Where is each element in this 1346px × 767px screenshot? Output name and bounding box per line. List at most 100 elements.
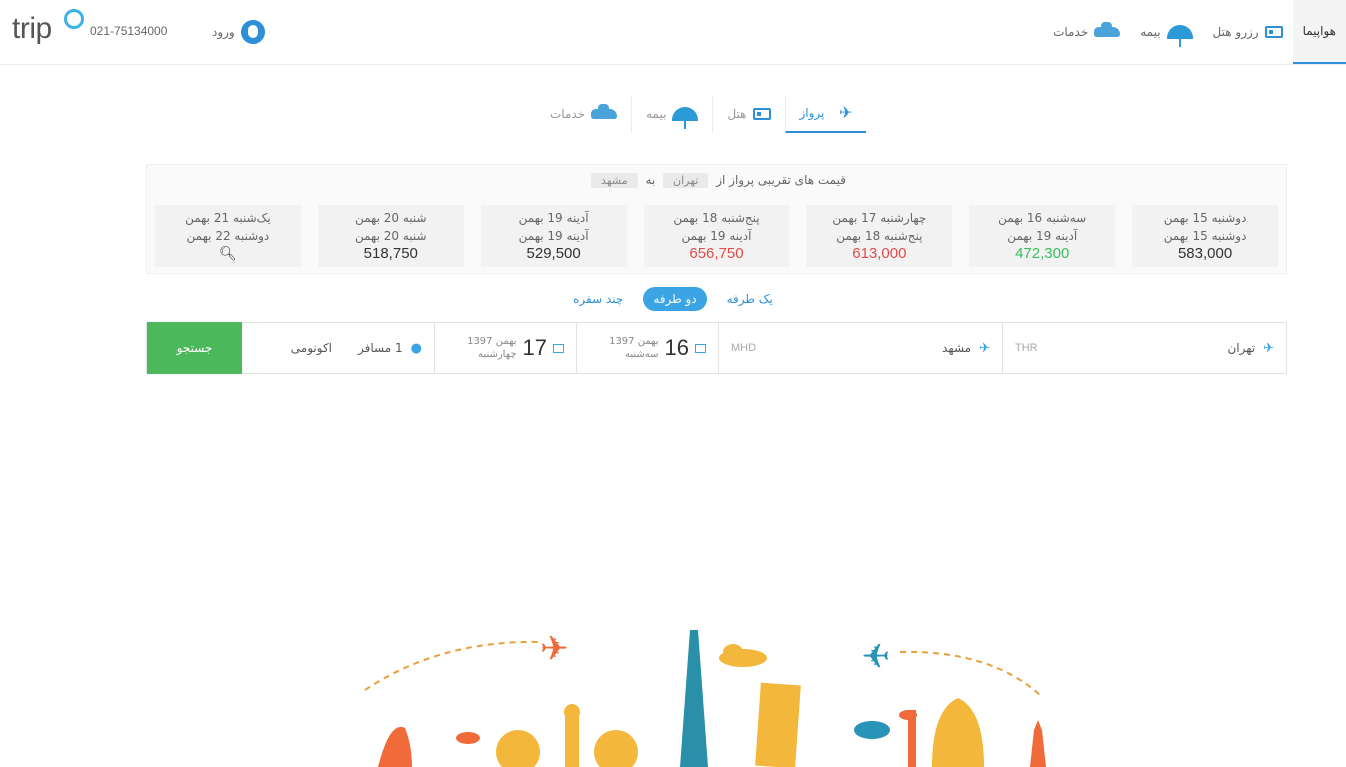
price-cells: دوشنبه 15 بهمن دوشنبه 15 بهمن 583,000 سه… xyxy=(154,205,1278,267)
price-cell[interactable]: سه‌شنبه 16 بهمن آدینه 19 بهمن 472,300 xyxy=(969,205,1116,267)
top-header: trip 021-75134000 ورود هواپیما رزرو هتل … xyxy=(0,0,1346,65)
price-title-text: قیمت های تقریبی پرواز از xyxy=(716,173,846,187)
search-icon[interactable]: 🔍︎ xyxy=(155,245,301,263)
destination-chip[interactable]: مشهد xyxy=(591,173,638,188)
landmark-gherkin xyxy=(378,726,412,767)
trip-type-multi-city[interactable]: چند سفره xyxy=(563,287,633,311)
return-date: آدینه 19 بهمن xyxy=(518,229,589,243)
cloud-small xyxy=(456,732,480,744)
price-cell[interactable]: دوشنبه 15 بهمن دوشنبه 15 بهمن 583,000 xyxy=(1132,205,1278,267)
nav-item-hotel[interactable]: رزرو هتل xyxy=(1203,0,1293,64)
trip-type-one-way[interactable]: یک طرفه xyxy=(717,287,783,311)
user-avatar-icon xyxy=(240,20,265,44)
nav-item-label: هواپیما xyxy=(1302,24,1336,38)
car-icon xyxy=(1094,22,1121,37)
return-date-field[interactable]: 17 بهمن 1397 چهارشنبه xyxy=(434,323,576,373)
cabin-class-field[interactable]: اکونومی xyxy=(244,323,344,373)
price-value: 529,500 xyxy=(526,245,581,262)
origin-chip[interactable]: تهران xyxy=(663,173,709,188)
destination-code: MHD xyxy=(731,342,757,354)
depart-month: بهمن xyxy=(637,336,659,347)
hotel-icon xyxy=(1264,26,1283,38)
travel-landmarks-illustration: ✈ ✈ xyxy=(364,629,1046,767)
price-panel-title: قیمت های تقریبی پرواز از تهران به مشهد xyxy=(147,173,1286,188)
product-tabs: ✈ پرواز هتل بیمه خدمات xyxy=(536,95,867,133)
depart-meta: بهمن 1397 سه‌شنبه xyxy=(609,335,658,361)
depart-day: 16 xyxy=(664,335,689,360)
return-weekday: چهارشنبه xyxy=(478,349,517,360)
passenger-field[interactable]: ● 1 مسافر xyxy=(344,323,434,373)
tab-flight[interactable]: ✈ پرواز xyxy=(784,95,867,133)
logo-ring-icon xyxy=(64,9,84,29)
return-date: آدینه 19 بهمن xyxy=(681,229,752,243)
depart-date-field[interactable]: 16 بهمن 1397 سه‌شنبه xyxy=(576,323,718,373)
tab-label: خدمات xyxy=(550,107,586,121)
approx-price-panel: قیمت های تقریبی پرواز از تهران به مشهد د… xyxy=(146,164,1287,274)
depart-date: شنبه 20 بهمن xyxy=(354,211,427,225)
calendar-icon xyxy=(695,343,706,353)
flight-path-left xyxy=(364,640,541,691)
umbrella-icon xyxy=(1166,25,1193,47)
plane-icon: ✈ xyxy=(838,103,853,122)
plane-left-icon: ✈ xyxy=(540,629,569,669)
cabin-class: اکونومی xyxy=(290,341,332,355)
cloud-teal xyxy=(854,721,890,739)
return-date: دوشنبه 22 بهمن xyxy=(186,229,270,243)
origin-code: THR xyxy=(1015,342,1038,354)
price-cell[interactable]: پنج‌شنبه 18 بهمن آدینه 19 بهمن 656,750 xyxy=(643,205,790,267)
destination-city: مشهد xyxy=(942,341,972,355)
return-date: پنج‌شنبه 18 بهمن xyxy=(836,229,923,243)
landing-icon: ✈ xyxy=(979,340,990,356)
takeoff-icon: ✈ xyxy=(1263,340,1274,356)
price-value: 472,300 xyxy=(1015,245,1070,262)
price-value: 518,750 xyxy=(363,245,418,262)
depart-date: پنج‌شنبه 18 بهمن xyxy=(673,211,760,225)
landmark-statue-liberty xyxy=(1030,720,1046,767)
return-meta: بهمن 1397 چهارشنبه xyxy=(467,335,516,361)
price-cell[interactable]: آدینه 19 بهمن آدینه 19 بهمن 529,500 xyxy=(480,205,627,267)
depart-date: آدینه 19 بهمن xyxy=(518,211,589,225)
price-value: 583,000 xyxy=(1177,245,1233,262)
tab-label: هتل xyxy=(727,107,747,121)
login-label: ورود xyxy=(212,25,235,39)
depart-date: سه‌شنبه 16 بهمن xyxy=(998,211,1087,225)
site-logo[interactable]: trip xyxy=(12,12,52,46)
main-nav: هواپیما رزرو هتل بیمه خدمات xyxy=(1043,0,1346,64)
nav-item-insurance[interactable]: بیمه xyxy=(1130,0,1202,64)
depart-year: 1397 xyxy=(609,336,635,347)
return-month: بهمن xyxy=(495,336,517,347)
passenger-count: 1 مسافر xyxy=(358,341,403,355)
search-button[interactable]: جستجو xyxy=(147,322,242,374)
nav-item-label: بیمه xyxy=(1140,25,1161,39)
clouds xyxy=(719,644,767,667)
passenger-icon: ● xyxy=(410,340,422,356)
trip-type-round-trip[interactable]: دو طرفه xyxy=(643,287,707,311)
price-cell[interactable]: چهارشنبه 17 بهمن پنج‌شنبه 18 بهمن 613,00… xyxy=(806,205,953,267)
depart-date: دوشنبه 15 بهمن xyxy=(1163,211,1247,225)
nav-item-services[interactable]: خدمات xyxy=(1043,0,1130,64)
landmark-eiffel-tower xyxy=(680,630,708,767)
landmark-pisa-tower xyxy=(755,682,801,767)
trip-type-selector: یک طرفه دو طرفه چند سفره xyxy=(0,287,1346,311)
tab-insurance[interactable]: بیمه xyxy=(631,95,712,133)
return-year: 1397 xyxy=(467,336,493,347)
price-cell[interactable]: یک‌شنبه 21 بهمن دوشنبه 22 بهمن 🔍︎ xyxy=(154,205,301,267)
return-day: 17 xyxy=(522,335,547,360)
tab-hotel[interactable]: هتل xyxy=(712,95,784,133)
tab-services[interactable]: خدمات xyxy=(536,95,631,133)
login-button[interactable]: ورود xyxy=(212,20,265,44)
nav-item-label: رزرو هتل xyxy=(1212,25,1259,39)
price-cell[interactable]: شنبه 20 بهمن شنبه 20 بهمن 518,750 xyxy=(317,205,464,267)
nav-item-flight[interactable]: هواپیما xyxy=(1292,0,1346,64)
origin-city: تهران xyxy=(1227,341,1256,355)
origin-field[interactable]: ✈ تهران THR xyxy=(1002,323,1286,373)
to-word: به xyxy=(645,173,656,187)
depart-date: چهارشنبه 17 بهمن xyxy=(832,211,927,225)
return-date: شنبه 20 بهمن xyxy=(354,229,427,243)
calendar-icon xyxy=(553,343,564,353)
nav-item-label: خدمات xyxy=(1053,25,1089,39)
destination-field[interactable]: ✈ مشهد MHD xyxy=(718,323,1002,373)
landmark-tower-right xyxy=(908,710,916,767)
landmark-domes xyxy=(496,704,638,767)
tab-label: بیمه xyxy=(646,107,667,121)
